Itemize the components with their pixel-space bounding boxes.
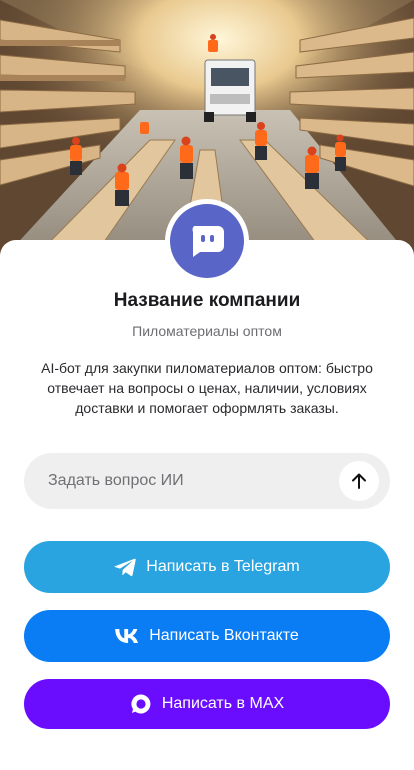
vk-button-label: Написать Вконтакте — [149, 627, 299, 644]
arrow-up-icon — [352, 473, 366, 489]
ask-ai-input[interactable] — [24, 453, 324, 509]
ask-ai-box — [24, 453, 390, 509]
max-button[interactable]: Написать в MAX — [24, 679, 390, 729]
vk-button[interactable]: Написать Вконтакте — [24, 610, 390, 662]
telegram-button-label: Написать в Telegram — [146, 558, 300, 575]
send-button[interactable] — [339, 461, 379, 501]
company-subtitle: Пиломатериалы оптом — [132, 323, 282, 339]
max-button-label: Написать в MAX — [161, 695, 285, 712]
telegram-icon — [114, 558, 137, 577]
company-name: Название компании — [113, 290, 301, 311]
avatar — [165, 199, 249, 283]
company-description: AI-бот для закупки пиломатериалов оптом:… — [41, 360, 373, 416]
vk-icon — [115, 629, 139, 643]
telegram-button[interactable]: Написать в Telegram — [24, 541, 390, 593]
max-icon — [130, 693, 152, 715]
chat-bot-icon — [170, 204, 244, 278]
